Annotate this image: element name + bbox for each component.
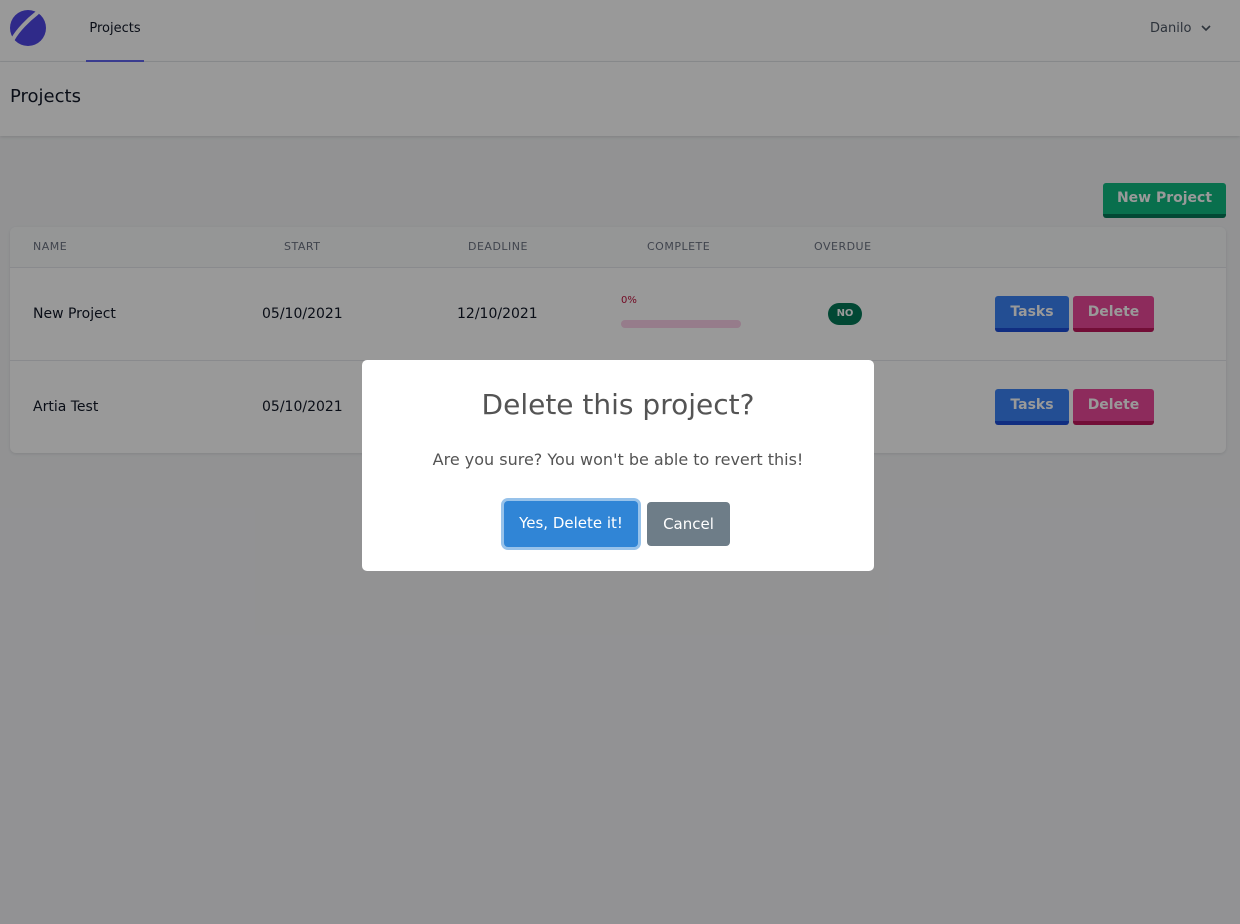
confirm-dialog: Delete this project? Are you sure? You w… xyxy=(362,360,874,571)
cancel-button[interactable]: Cancel xyxy=(647,502,730,546)
dialog-message: Are you sure? You won't be able to rever… xyxy=(432,450,804,469)
confirm-delete-button[interactable]: Yes, Delete it! xyxy=(504,501,638,547)
dialog-title: Delete this project? xyxy=(481,388,755,421)
